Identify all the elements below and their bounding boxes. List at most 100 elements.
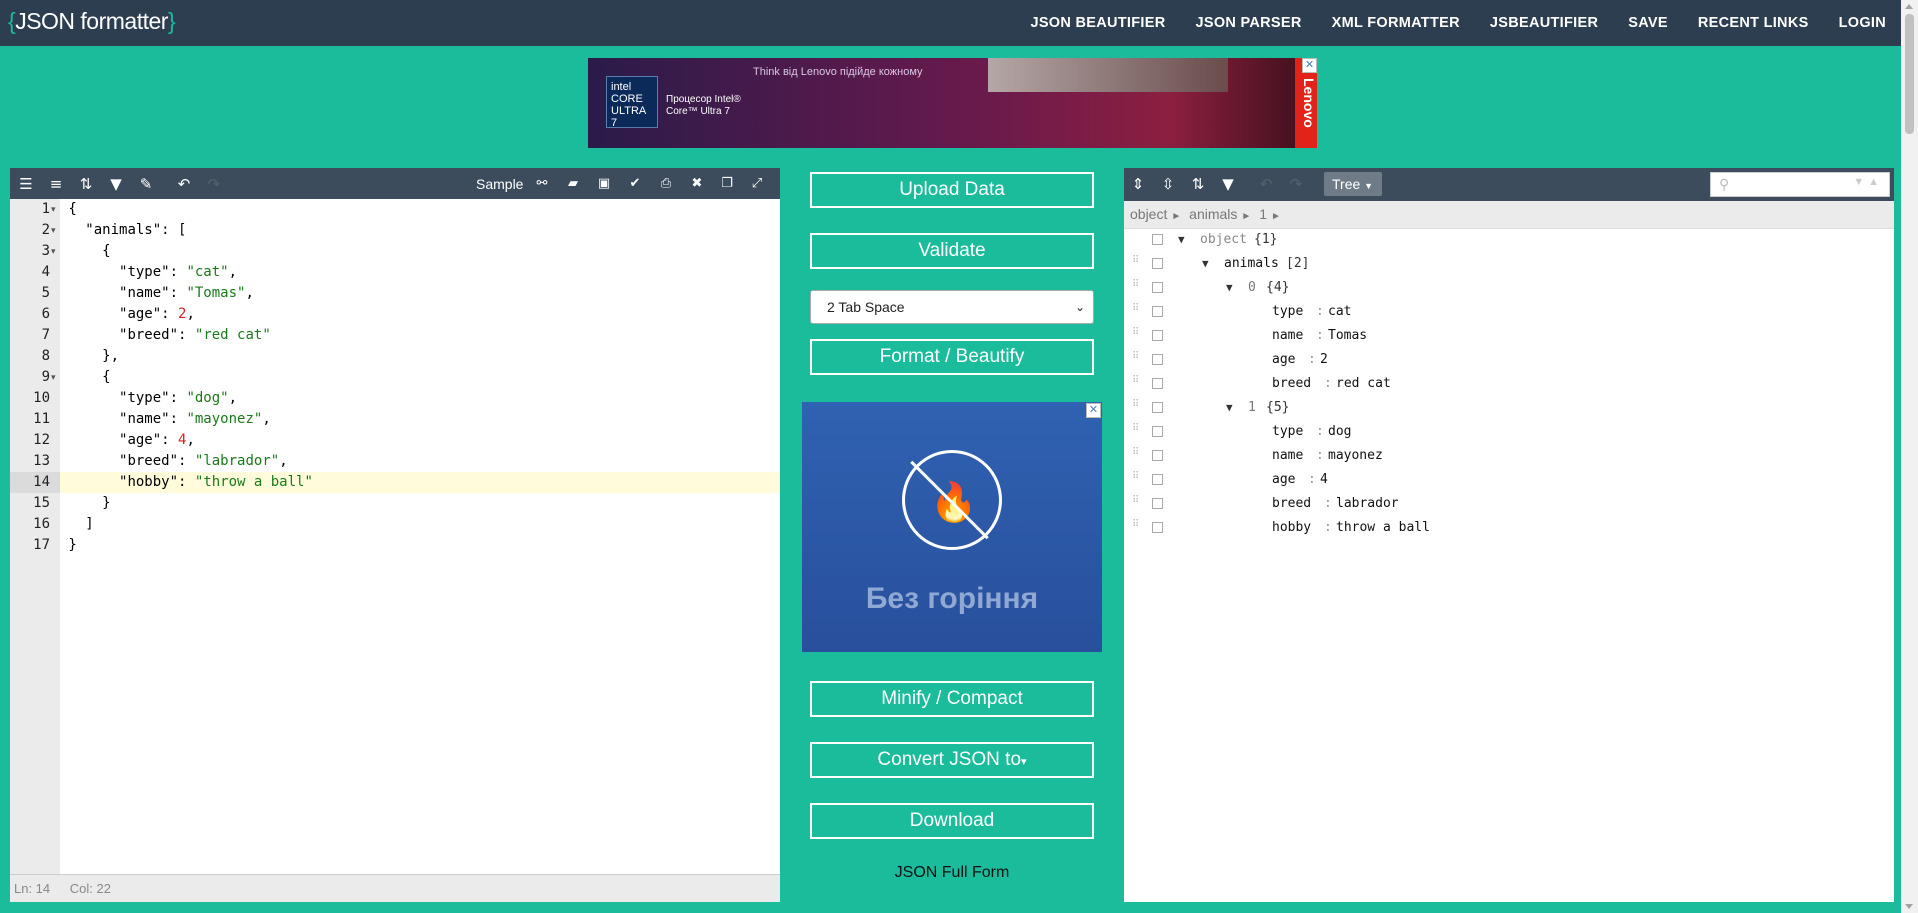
drag-handle-icon[interactable]: ⠿: [1132, 400, 1140, 414]
json-full-form-link[interactable]: JSON Full Form: [810, 864, 1094, 882]
format-beautify-button[interactable]: Format / Beautify: [810, 339, 1094, 375]
tree-row[interactable]: ⠿ hobby : throw a ball: [1124, 516, 1894, 540]
tree-key[interactable]: breed: [1272, 492, 1311, 516]
tree-mode-dropdown[interactable]: Tree ▼: [1324, 172, 1382, 196]
nav-json-parser[interactable]: JSON PARSER: [1195, 15, 1301, 31]
tree-key[interactable]: name: [1272, 324, 1303, 348]
tree-row[interactable]: ⠿ age : 4: [1124, 468, 1894, 492]
tree-row[interactable]: ⠿ type : dog: [1124, 420, 1894, 444]
minify-compact-button[interactable]: Minify / Compact: [810, 681, 1094, 717]
ad-close-icon[interactable]: ✕: [1302, 58, 1317, 73]
tree-row[interactable]: ⠿ breed : red cat: [1124, 372, 1894, 396]
ad-close-icon[interactable]: ✕: [1086, 403, 1101, 418]
redo-icon[interactable]: ↷: [204, 174, 224, 194]
fold-toggle-icon[interactable]: ▾: [51, 367, 59, 388]
tree-key[interactable]: breed: [1272, 372, 1311, 396]
nav-recent-links[interactable]: RECENT LINKS: [1698, 15, 1809, 31]
expand-toggle-icon[interactable]: ▼: [1202, 252, 1214, 276]
fold-toggle-icon[interactable]: ▾: [51, 241, 59, 262]
row-select-checkbox[interactable]: [1152, 402, 1163, 413]
drag-handle-icon[interactable]: ⠿: [1132, 352, 1140, 366]
tree-value[interactable]: dog: [1328, 420, 1351, 444]
validate-button[interactable]: Validate: [810, 233, 1094, 269]
site-logo[interactable]: {JSON formatter}: [8, 8, 176, 35]
drag-handle-icon[interactable]: ⠿: [1132, 448, 1140, 462]
row-select-checkbox[interactable]: [1152, 282, 1163, 293]
tree-row[interactable]: ⠿ name : mayonez: [1124, 444, 1894, 468]
sort-icon[interactable]: ⇅: [76, 174, 96, 194]
compact-icon[interactable]: ≡: [46, 174, 66, 194]
tree-key[interactable]: age: [1272, 348, 1295, 372]
tree-value[interactable]: 2: [1320, 348, 1328, 372]
drag-handle-icon[interactable]: ⠿: [1132, 328, 1140, 342]
row-select-checkbox[interactable]: [1152, 330, 1163, 341]
drag-handle-icon[interactable]: ⠿: [1132, 256, 1140, 270]
copy-icon[interactable]: ❐: [717, 174, 737, 194]
tree-row[interactable]: ⠿ ▼ animals [2]: [1124, 252, 1894, 276]
tree-row[interactable]: ⠿ ▼ 0 {4}: [1124, 276, 1894, 300]
drag-handle-icon[interactable]: ⠿: [1132, 376, 1140, 390]
tree-row[interactable]: ⠿ ▼ 1 {5}: [1124, 396, 1894, 420]
expand-all-icon[interactable]: ⇕: [1128, 174, 1148, 194]
row-select-checkbox[interactable]: [1152, 498, 1163, 509]
save-disk-icon[interactable]: ▣: [594, 174, 614, 194]
breadcrumb-object[interactable]: object: [1130, 206, 1167, 222]
tree-row[interactable]: ⠿ type : cat: [1124, 300, 1894, 324]
expand-toggle-icon[interactable]: ▼: [1226, 276, 1238, 300]
scroll-down-icon[interactable]: [1905, 904, 1913, 909]
tree-value[interactable]: cat: [1328, 300, 1351, 324]
tree-row[interactable]: ⠿ age : 2: [1124, 348, 1894, 372]
filter-icon[interactable]: ▼: [1218, 174, 1238, 194]
banner-ad-top[interactable]: Think від Lenovo підійде кожному intel C…: [588, 58, 1317, 148]
tree-row[interactable]: ⠿ name : Tomas: [1124, 324, 1894, 348]
nav-login[interactable]: LOGIN: [1839, 15, 1886, 31]
scrollbar-thumb[interactable]: [1905, 14, 1914, 134]
row-select-checkbox[interactable]: [1152, 354, 1163, 365]
row-select-checkbox[interactable]: [1152, 258, 1163, 269]
drag-handle-icon[interactable]: ⠿: [1132, 304, 1140, 318]
sample-button[interactable]: Sample: [476, 176, 523, 192]
tree-row[interactable]: ⠿ breed : labrador: [1124, 492, 1894, 516]
sort-icon[interactable]: ⇅: [1188, 174, 1208, 194]
search-nav-arrows-icon[interactable]: ▼▲: [1853, 176, 1883, 188]
row-select-checkbox[interactable]: [1152, 378, 1163, 389]
drag-handle-icon[interactable]: ⠿: [1132, 520, 1140, 534]
tree-value[interactable]: mayonez: [1328, 444, 1383, 468]
tree-key[interactable]: type: [1272, 300, 1303, 324]
tree-key[interactable]: hobby: [1272, 516, 1311, 540]
undo-icon[interactable]: ↶: [174, 174, 194, 194]
scroll-up-icon[interactable]: [1905, 4, 1913, 9]
repair-wrench-icon[interactable]: ✎: [136, 174, 156, 194]
breadcrumb-index[interactable]: 1: [1259, 206, 1267, 222]
row-select-checkbox[interactable]: [1152, 522, 1163, 533]
row-select-checkbox[interactable]: [1152, 306, 1163, 317]
format-icon[interactable]: ☰: [16, 174, 36, 194]
tree-value[interactable]: 4: [1320, 468, 1328, 492]
row-select-checkbox[interactable]: [1152, 474, 1163, 485]
tree-value[interactable]: throw a ball: [1336, 516, 1430, 540]
redo-icon[interactable]: ↷: [1286, 174, 1306, 194]
fold-toggle-icon[interactable]: ▾: [51, 220, 59, 241]
fold-toggle-icon[interactable]: ▾: [51, 199, 59, 220]
validate-check-icon[interactable]: ✔: [625, 174, 645, 194]
drag-handle-icon[interactable]: ⠿: [1132, 472, 1140, 486]
drag-handle-icon[interactable]: ⠿: [1132, 424, 1140, 438]
convert-json-button[interactable]: Convert JSON to▾: [810, 742, 1094, 778]
nav-json-beautifier[interactable]: JSON BEAUTIFIER: [1030, 15, 1165, 31]
download-button[interactable]: Download: [810, 803, 1094, 839]
nav-save[interactable]: SAVE: [1628, 15, 1668, 31]
row-select-checkbox[interactable]: [1152, 234, 1163, 245]
tree-key[interactable]: name: [1272, 444, 1303, 468]
drag-handle-icon[interactable]: ⠿: [1132, 496, 1140, 510]
banner-ad-middle[interactable]: 🔥 Без горіння: [802, 402, 1102, 652]
tree-value[interactable]: red cat: [1336, 372, 1391, 396]
collapse-all-icon[interactable]: ⇳: [1158, 174, 1178, 194]
tree-key[interactable]: type: [1272, 420, 1303, 444]
tree-row[interactable]: ▼ object {1}: [1124, 228, 1894, 252]
upload-data-button[interactable]: Upload Data: [810, 172, 1094, 208]
undo-icon[interactable]: ↶: [1256, 174, 1276, 194]
tree-value[interactable]: labrador: [1336, 492, 1399, 516]
expand-toggle-icon[interactable]: ▼: [1178, 228, 1190, 252]
print-icon[interactable]: ⎙: [656, 174, 676, 194]
nav-jsbeautifier[interactable]: JSBEAUTIFIER: [1490, 15, 1598, 31]
